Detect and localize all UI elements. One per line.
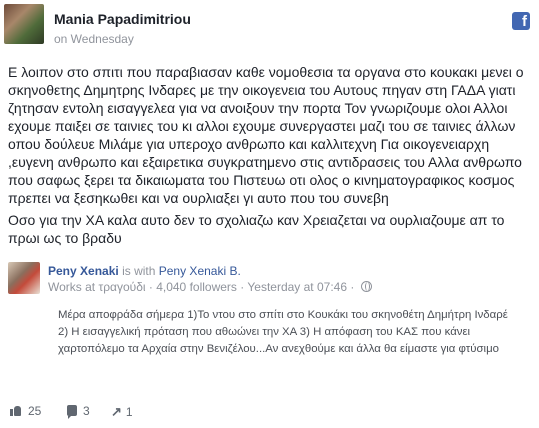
post-line: που σαφως ξερει τα δικαιωματα του Πιστευ…	[8, 172, 515, 188]
like-icon	[10, 405, 22, 416]
facebook-post: Mania Papadimitriou on Wednesday f Ε λοι…	[0, 0, 539, 428]
author-name[interactable]: Mania Papadimitriou	[54, 11, 191, 27]
like-count-value: 25	[28, 404, 42, 418]
shared-header: Peny Xenaki is with Peny Xenaki B.	[48, 264, 241, 278]
share-count-value: 1	[125, 405, 133, 419]
shared-line: 2) Η εισαγγελική πρόταση που αθωώνει την…	[58, 326, 471, 338]
globe-icon	[360, 281, 372, 292]
shared-subtitle: Works at τραγούδι · 4,040 followers · Ye…	[48, 280, 372, 294]
is-with-text: is with	[122, 264, 156, 278]
comment-count-value: 3	[83, 404, 90, 418]
post-line: Ε λοιπον στο σπιτι που παραβιασαν καθε ν…	[8, 64, 524, 80]
shared-line: Μέρα αποφράδα σήμερα 1)Το ντου στο σπίτι…	[58, 309, 508, 321]
post-line: πρεπει να ξεσηκωθει και να ουρλιαξει γι …	[8, 190, 389, 206]
post-timestamp[interactable]: on Wednesday	[54, 32, 134, 46]
tagged-person[interactable]: Peny Xenaki B.	[159, 264, 241, 278]
post-line: Οσο για την ΧΑ καλα αυτο δεν το σχολιαζω…	[8, 212, 505, 228]
facebook-logo-icon[interactable]: f	[512, 12, 530, 30]
post-body: Ε λοιπον στο σπιτι που παραβιασαν καθε ν…	[8, 63, 533, 251]
comment-icon	[67, 405, 77, 419]
post-paragraph: Ε λοιπον στο σπιτι που παραβιασαν καθε ν…	[8, 63, 533, 207]
author-avatar[interactable]	[4, 4, 44, 44]
shared-meta: Works at τραγούδι · 4,040 followers · Ye…	[48, 280, 355, 294]
like-count[interactable]: 25	[10, 404, 41, 418]
share-count[interactable]: ↗ 1	[111, 404, 133, 420]
share-icon: ↗	[111, 404, 122, 419]
post-line: ,ευγενη ανθρωπο και εξαιρετικα συγκρατημ…	[8, 154, 522, 170]
post-line: σκηνοθετης Δημητρης Ινδαρες με την οικογ…	[8, 82, 516, 98]
post-line: οπου δούλευε Μιλάμε για υπεροχο ανθρωπο …	[8, 136, 490, 152]
post-line: εχουμε παιξει σε ταινιες του κι αλλοι εχ…	[8, 118, 516, 134]
post-line: ζητησαν εντολη εισαγγελεα για να ανοιξου…	[8, 100, 508, 116]
shared-author-name[interactable]: Peny Xenaki	[48, 264, 119, 278]
shared-line: χαρτοπόλεμο τα Αρχαία στην Βενιζέλου...Α…	[58, 343, 499, 355]
post-line: πρωι ως το βραδυ	[8, 230, 122, 246]
shared-author-avatar[interactable]	[8, 262, 40, 294]
shared-text: Μέρα αποφράδα σήμερα 1)Το ντου στο σπίτι…	[58, 307, 528, 358]
post-paragraph: Οσο για την ΧΑ καλα αυτο δεν το σχολιαζω…	[8, 211, 533, 247]
comment-count[interactable]: 3	[67, 404, 90, 419]
